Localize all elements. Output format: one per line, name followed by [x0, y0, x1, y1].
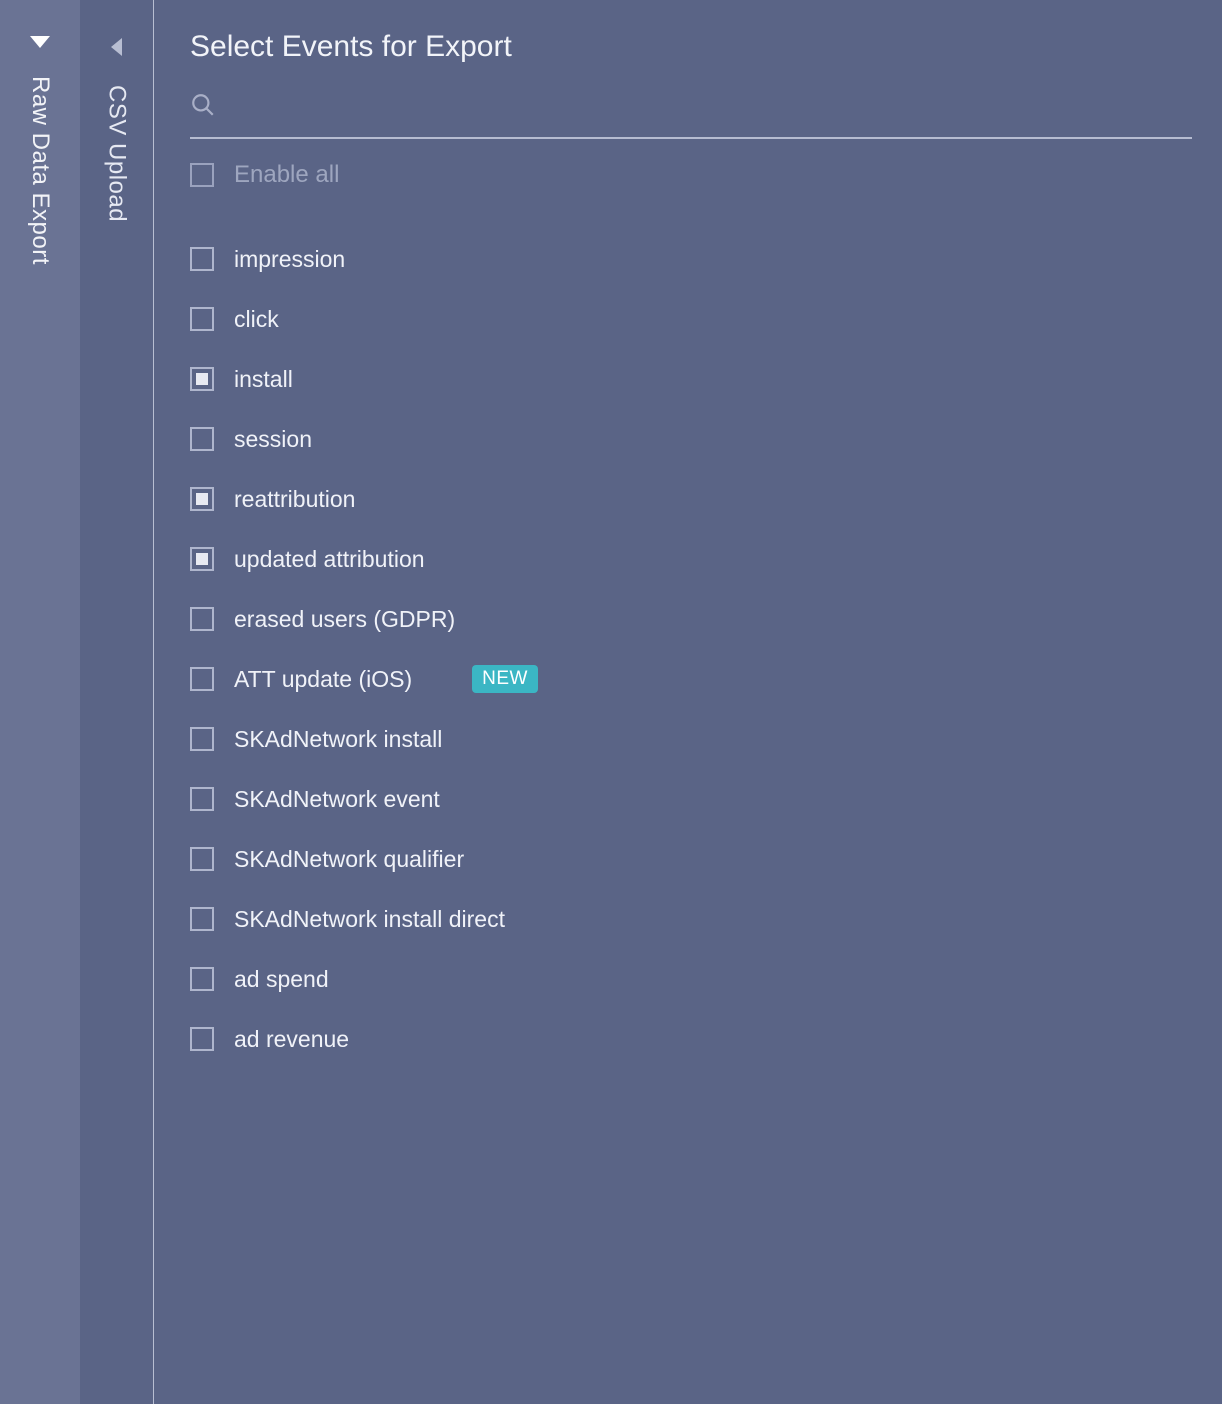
event-checkbox[interactable] [190, 907, 214, 931]
event-label: SKAdNetwork qualifier [234, 846, 464, 873]
event-label: SKAdNetwork event [234, 786, 440, 813]
rail-outer-label: Raw Data Export [26, 76, 54, 265]
event-label: ad spend [234, 966, 329, 993]
event-row[interactable]: reattribution [190, 469, 1192, 529]
event-row[interactable]: erased users (GDPR) [190, 589, 1192, 649]
event-label: click [234, 306, 279, 333]
event-checkbox[interactable] [190, 427, 214, 451]
event-checkbox[interactable] [190, 487, 214, 511]
page-title: Select Events for Export [190, 30, 1192, 64]
event-row[interactable]: SKAdNetwork qualifier [190, 829, 1192, 889]
event-row[interactable]: impression [190, 229, 1192, 289]
rail-inner-label: CSV Upload [103, 85, 131, 222]
event-label: ad revenue [234, 1026, 349, 1053]
search-input[interactable] [230, 95, 1192, 121]
event-row[interactable]: SKAdNetwork install direct [190, 889, 1192, 949]
caret-down-icon [30, 36, 50, 50]
search-icon [190, 92, 216, 123]
event-row[interactable]: SKAdNetwork event [190, 769, 1192, 829]
event-checkbox[interactable] [190, 547, 214, 571]
event-checkbox[interactable] [190, 847, 214, 871]
caret-left-icon [110, 38, 124, 61]
event-checkbox[interactable] [190, 667, 214, 691]
event-label: SKAdNetwork install direct [234, 906, 505, 933]
event-checkbox[interactable] [190, 787, 214, 811]
event-row[interactable]: ad spend [190, 949, 1192, 1009]
event-label: ATT update (iOS) [234, 666, 412, 693]
event-label: install [234, 366, 293, 393]
event-row[interactable]: SKAdNetwork install [190, 709, 1192, 769]
enable-all-checkbox[interactable] [190, 163, 214, 187]
enable-all-label: Enable all [234, 161, 339, 189]
event-row[interactable]: install [190, 349, 1192, 409]
event-checkbox[interactable] [190, 247, 214, 271]
event-checkbox[interactable] [190, 727, 214, 751]
event-label: impression [234, 246, 345, 273]
enable-all-row[interactable]: Enable all [190, 139, 1192, 199]
event-checkbox[interactable] [190, 367, 214, 391]
event-row[interactable]: updated attribution [190, 529, 1192, 589]
event-label: reattribution [234, 486, 355, 513]
event-checkbox[interactable] [190, 967, 214, 991]
event-checkbox[interactable] [190, 307, 214, 331]
main-panel: Select Events for Export Enable all impr… [154, 0, 1222, 1404]
rail-raw-data-export[interactable]: Raw Data Export [0, 0, 80, 1404]
event-row[interactable]: click [190, 289, 1192, 349]
event-label: updated attribution [234, 546, 425, 573]
event-label: SKAdNetwork install [234, 726, 442, 753]
rail-csv-upload[interactable]: CSV Upload [80, 0, 154, 1404]
app-root: Raw Data Export CSV Upload Select Events… [0, 0, 1222, 1404]
new-badge: NEW [472, 665, 538, 693]
search-field-wrapper [190, 92, 1192, 139]
event-checkbox[interactable] [190, 1027, 214, 1051]
event-row[interactable]: ATT update (iOS) NEW [190, 649, 1192, 709]
event-label: erased users (GDPR) [234, 606, 455, 633]
event-list: impression click install session reattributi… [190, 229, 1192, 1069]
event-row[interactable]: ad revenue [190, 1009, 1192, 1069]
event-row[interactable]: session [190, 409, 1192, 469]
event-label: session [234, 426, 312, 453]
event-checkbox[interactable] [190, 607, 214, 631]
